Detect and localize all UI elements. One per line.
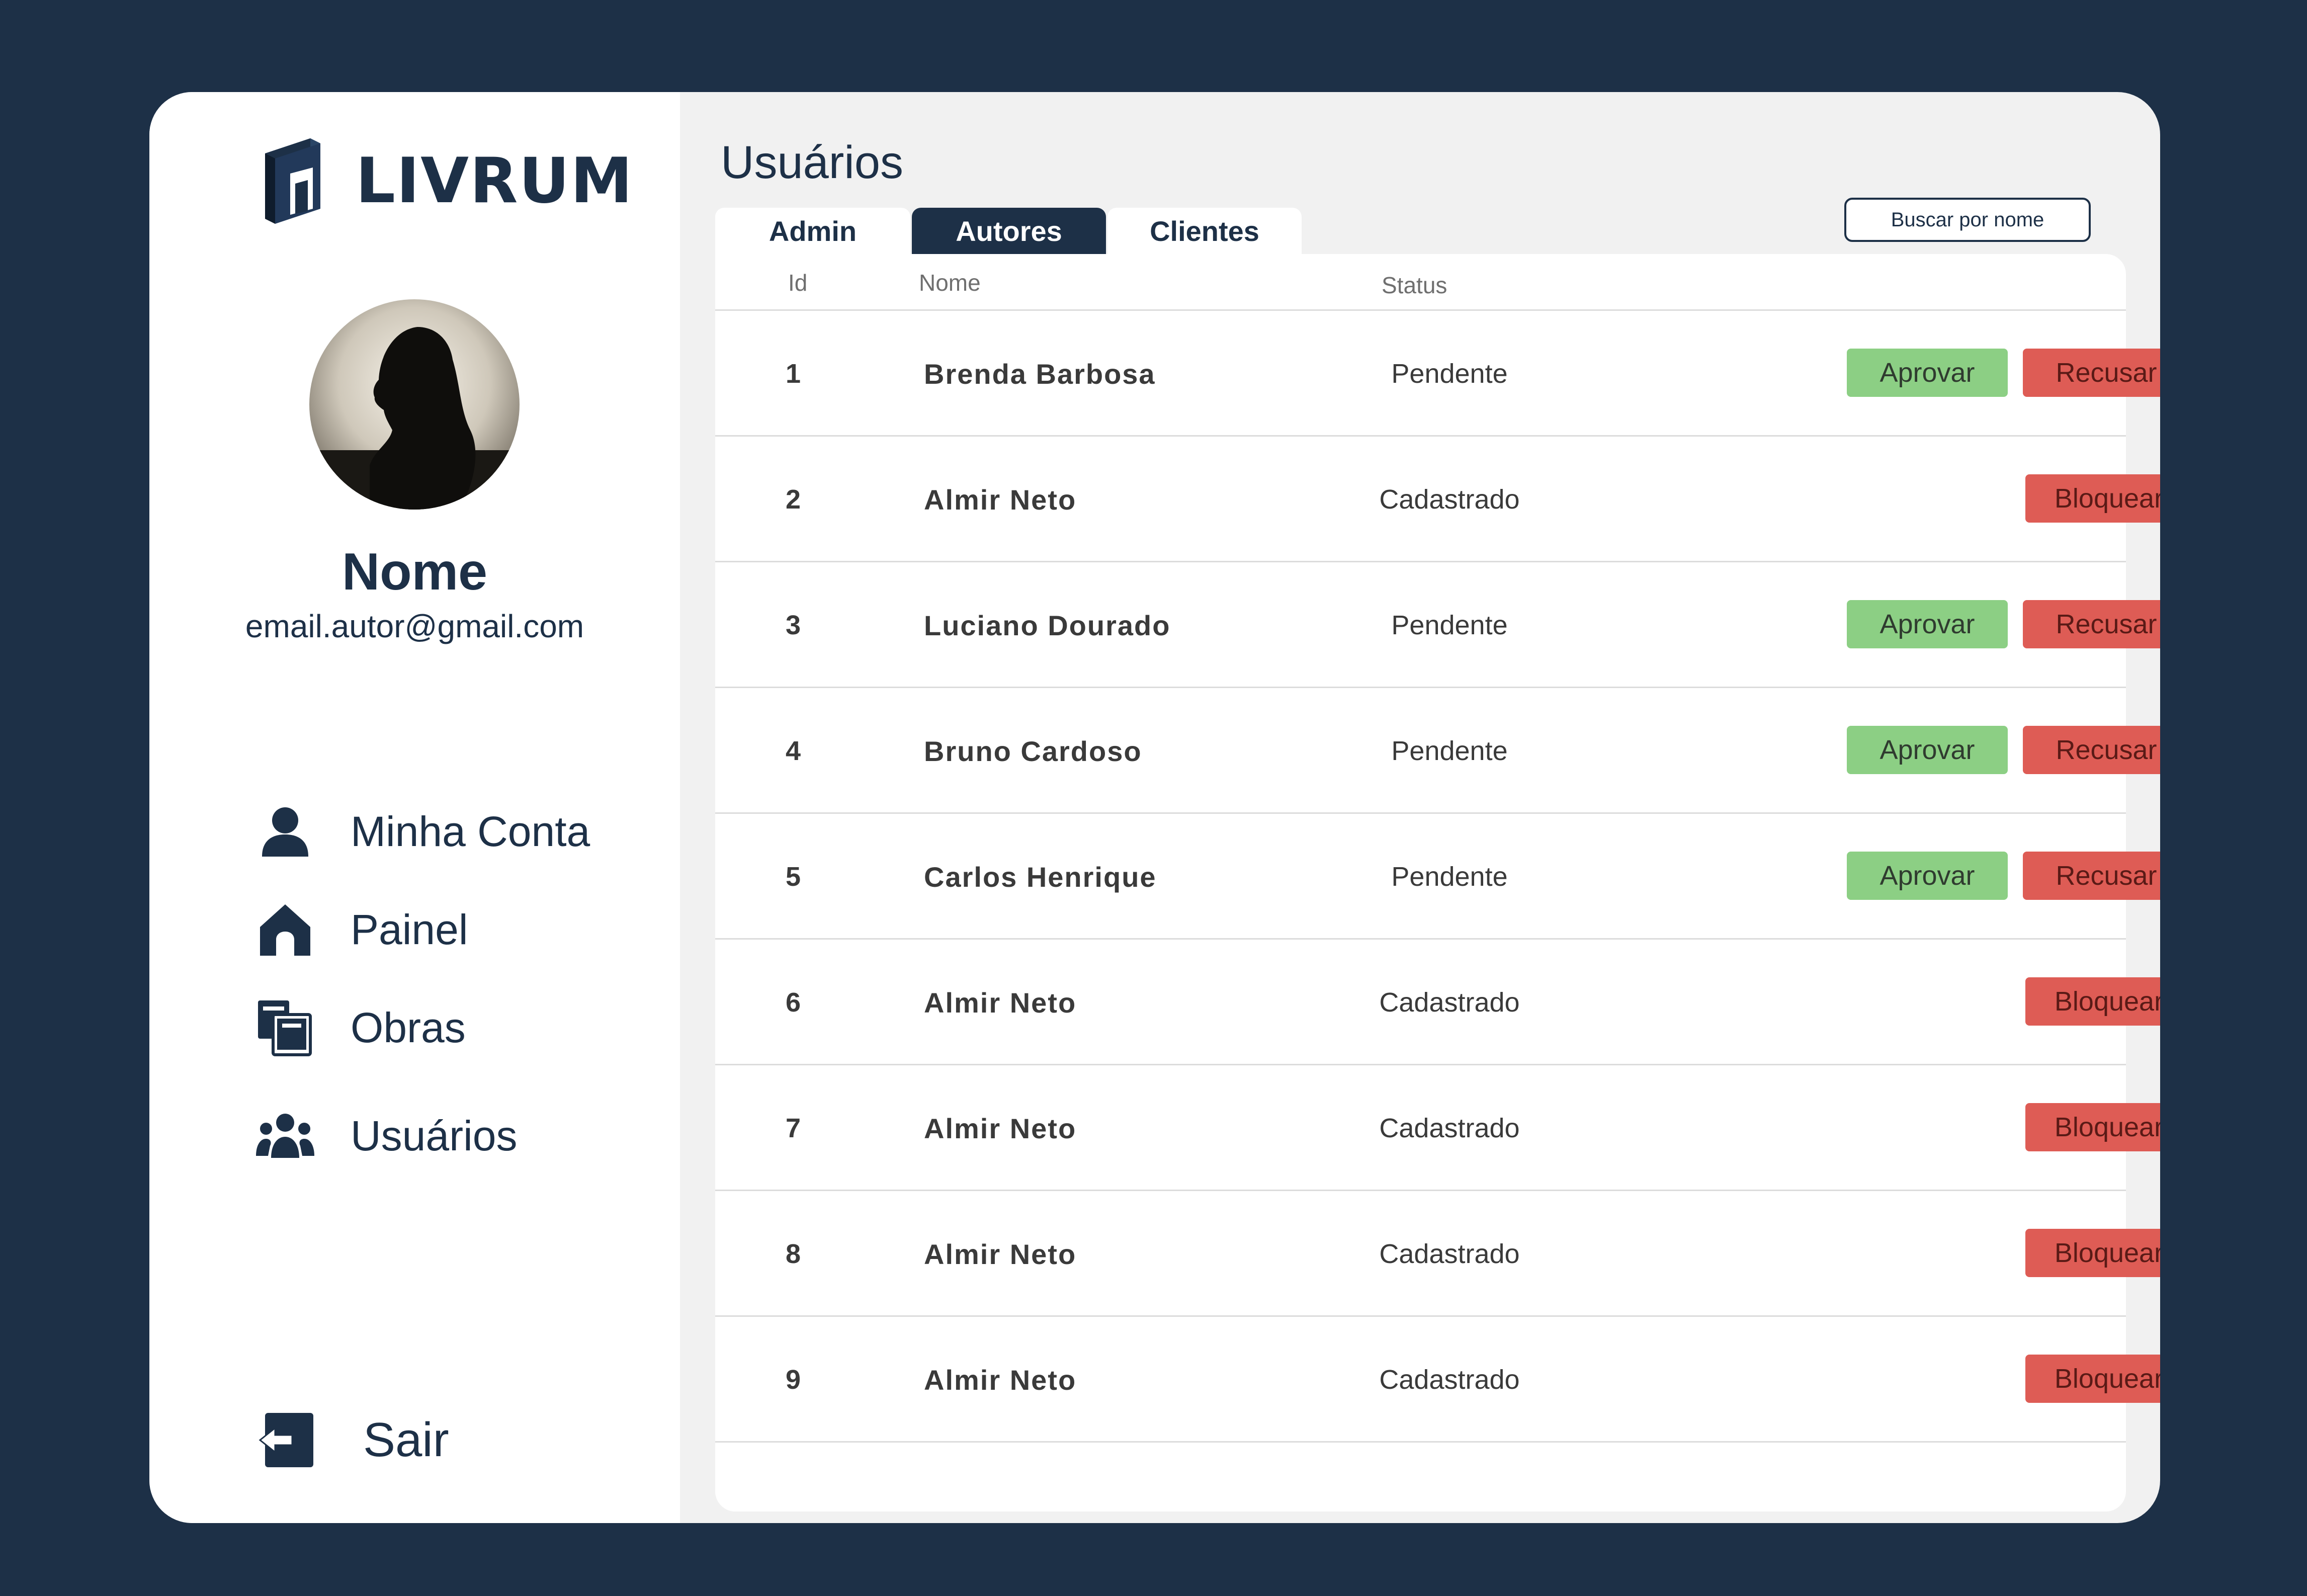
block-button[interactable]: Bloquear	[2025, 1355, 2160, 1403]
tab-admin[interactable]: Admin	[715, 208, 910, 254]
book-logo-icon	[265, 138, 320, 224]
table-row[interactable]: 6 Almir Neto Cadastrado Bloquear	[715, 938, 2160, 1065]
row-id: 2	[786, 484, 801, 515]
row-status: Pendente	[1391, 736, 1508, 766]
column-header-id: Id	[788, 270, 808, 296]
users-group-icon	[250, 1101, 320, 1171]
tab-clientes[interactable]: Clientes	[1107, 208, 1302, 254]
column-header-status: Status	[1382, 272, 1447, 298]
row-id: 5	[786, 862, 801, 892]
row-name: Almir Neto	[924, 1238, 1077, 1270]
block-button[interactable]: Bloquear	[2025, 1103, 2160, 1151]
avatar[interactable]	[309, 299, 520, 510]
table-row[interactable]: 4 Bruno Cardoso Pendente Aprovar Recusar	[715, 687, 2160, 814]
logout-label: Sair	[363, 1413, 449, 1467]
row-status: Pendente	[1391, 610, 1508, 640]
users-table: Id Nome Status 1 Brenda Barbosa Pendente Ap…	[715, 254, 2160, 1511]
page-title: Usuários	[721, 137, 904, 188]
row-name: Almir Neto	[924, 483, 1077, 516]
row-id: 3	[786, 610, 801, 640]
table-row[interactable]: 9 Almir Neto Cadastrado Bloquear	[715, 1315, 2160, 1443]
sidebar-item-painel[interactable]: Painel	[250, 894, 468, 965]
reject-button[interactable]: Recusar	[2023, 726, 2160, 774]
row-name: Almir Neto	[924, 986, 1077, 1019]
table-row[interactable]: 2 Almir Neto Cadastrado Bloquear	[715, 435, 2160, 562]
approve-button[interactable]: Aprovar	[1847, 852, 2008, 900]
brand-logo[interactable]: LIVRUM	[255, 133, 634, 229]
books-icon	[250, 992, 320, 1063]
table-row[interactable]: 5 Carlos Henrique Pendente Aprovar Recusar	[715, 812, 2160, 940]
sidebar-item-usuarios[interactable]: Usuários	[250, 1101, 517, 1171]
row-status: Cadastrado	[1379, 1365, 1520, 1395]
tab-autores[interactable]: Autores	[912, 208, 1106, 254]
sidebar-item-label: Painel	[351, 905, 468, 953]
row-id: 8	[786, 1239, 801, 1269]
table-row[interactable]: 8 Almir Neto Cadastrado Bloquear	[715, 1190, 2160, 1317]
reject-button[interactable]: Recusar	[2023, 600, 2160, 648]
logout-icon	[250, 1405, 320, 1475]
block-button[interactable]: Bloquear	[2025, 1229, 2160, 1277]
sidebar-item-minha-conta[interactable]: Minha Conta	[250, 796, 590, 867]
row-name: Almir Neto	[924, 1364, 1077, 1396]
sidebar-item-label: Minha Conta	[351, 807, 590, 855]
row-id: 6	[786, 987, 801, 1018]
approve-button[interactable]: Aprovar	[1847, 726, 2008, 774]
column-header-name: Nome	[919, 270, 981, 296]
table-row[interactable]: 7 Almir Neto Cadastrado Bloquear	[715, 1064, 2160, 1191]
row-name: Bruno Cardoso	[924, 735, 1142, 767]
sidebar-item-label: Usuários	[351, 1112, 518, 1159]
profile-name: Nome	[342, 543, 487, 601]
table-divider	[715, 1441, 2126, 1443]
home-icon	[250, 894, 320, 965]
table-row[interactable]: 1 Brenda Barbosa Pendente Aprovar Recusar	[715, 309, 2160, 437]
row-name: Almir Neto	[924, 1112, 1077, 1144]
row-id: 9	[786, 1365, 801, 1395]
row-status: Cadastrado	[1379, 484, 1520, 515]
row-name: Carlos Henrique	[924, 861, 1157, 893]
sidebar-item-obras[interactable]: Obras	[250, 992, 466, 1063]
reject-button[interactable]: Recusar	[2023, 349, 2160, 397]
avatar-image	[309, 299, 520, 510]
reject-button[interactable]: Recusar	[2023, 852, 2160, 900]
row-status: Cadastrado	[1379, 987, 1520, 1018]
table-row[interactable]: 3 Luciano Dourado Pendente Aprovar Recusar	[715, 561, 2160, 688]
row-id: 7	[786, 1113, 801, 1143]
sidebar: LIVRUM Nome email.autor@gmail.com Minha …	[149, 92, 680, 1523]
block-button[interactable]: Bloquear	[2025, 474, 2160, 523]
row-status: Pendente	[1391, 359, 1508, 389]
row-status: Cadastrado	[1379, 1113, 1520, 1143]
row-name: Luciano Dourado	[924, 609, 1171, 641]
sidebar-item-label: Obras	[351, 1003, 466, 1051]
search-input[interactable]	[1844, 198, 2091, 242]
row-id: 4	[786, 736, 801, 766]
user-icon	[250, 796, 320, 867]
brand-name: LIVRUM	[356, 145, 634, 217]
approve-button[interactable]: Aprovar	[1847, 600, 2008, 648]
row-status: Pendente	[1391, 862, 1508, 892]
profile-email: email.autor@gmail.com	[245, 608, 584, 644]
approve-button[interactable]: Aprovar	[1847, 349, 2008, 397]
app-window: LIVRUM Nome email.autor@gmail.com Minha …	[149, 92, 2160, 1523]
row-name: Brenda Barbosa	[924, 358, 1156, 390]
block-button[interactable]: Bloquear	[2025, 977, 2160, 1026]
row-id: 1	[786, 359, 801, 389]
row-status: Cadastrado	[1379, 1239, 1520, 1269]
logout-button[interactable]: Sair	[250, 1405, 449, 1475]
